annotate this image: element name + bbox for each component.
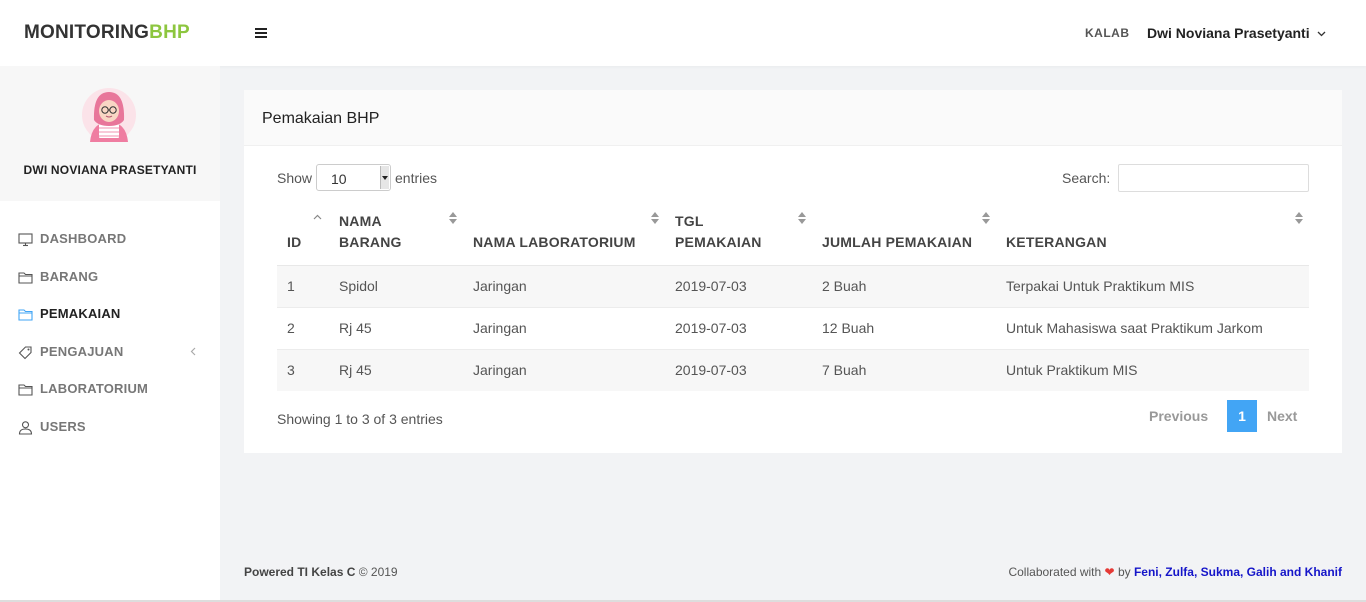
table-row: 3 Rj 45 Jaringan 2019-07-03 7 Buah Untuk… (277, 348, 1309, 391)
column-header-label: ID (287, 233, 302, 250)
length-label: Show (277, 170, 313, 186)
sidebar-item-label: PEMAKAIAN (40, 306, 121, 321)
user-role: KALAB (1085, 26, 1130, 40)
card-header: Pemakaian BHP (244, 90, 1342, 146)
length-suffix: entries (395, 170, 438, 186)
sidebar-item-users[interactable]: USERS (0, 414, 220, 452)
table-row: 1 Spidol Jaringan 2019-07-03 2 Buah Terp… (277, 264, 1309, 307)
table-cell: Rj 45 (329, 306, 463, 349)
table-cell: 1 (277, 264, 329, 307)
column-header-label: JUMLAH PEMAKAIAN (822, 233, 973, 250)
footer-collab: Collaborated with ❤ by Feni, Zulfa, Sukm… (1008, 565, 1342, 579)
pemakaian-table: ID NAMA BARANG NAMA LABORATORIUM TGL PEM… (277, 208, 1309, 391)
chevron-left-icon (190, 347, 196, 355)
tag-icon (18, 345, 32, 359)
sidebar-item-dashboard[interactable]: DASHBOARD (0, 226, 220, 264)
table-row: 2 Rj 45 Jaringan 2019-07-03 12 Buah Untu… (277, 306, 1309, 349)
column-header-jumlah-pemakaian[interactable]: JUMLAH PEMAKAIAN (812, 208, 996, 266)
heart-icon: ❤ (1104, 565, 1115, 579)
footer-credit: Powered TI Kelas C © 2019 (244, 565, 398, 579)
folder-icon (18, 384, 33, 396)
column-header-label: KETERANGAN (1006, 233, 1107, 250)
brand-accent: BHP (149, 22, 190, 43)
avatar (82, 88, 136, 142)
table-cell: Rj 45 (329, 348, 463, 391)
table-header-row: ID NAMA BARANG NAMA LABORATORIUM TGL PEM… (277, 208, 1309, 266)
entries-length-value: 10 (331, 171, 347, 187)
page-1-button[interactable]: 1 (1227, 400, 1257, 432)
next-page-button[interactable]: Next (1267, 408, 1297, 424)
table-cell: Jaringan (463, 348, 665, 391)
search-input[interactable] (1118, 164, 1309, 192)
table-cell: Untuk Praktikum MIS (996, 348, 1309, 391)
profile-name: DWI NOVIANA PRASETYANTI (23, 163, 197, 177)
sort-icon (651, 212, 659, 224)
sidebar-item-label: BARANG (40, 268, 99, 284)
table-cell: Jaringan (463, 264, 665, 307)
table-cell: 7 Buah (812, 348, 996, 391)
table-cell: Jaringan (463, 306, 665, 349)
page-title: Pemakaian BHP (262, 110, 380, 127)
column-header-tgl-pemakaian[interactable]: TGL PEMAKAIAN (665, 208, 812, 266)
table-cell: Spidol (329, 264, 463, 307)
footer-collab-by: by (1117, 565, 1131, 579)
column-header-nama-laboratorium[interactable]: NAMA LABORATORIUM (463, 208, 665, 266)
column-header-label: NAMA LABORATORIUM (473, 233, 636, 250)
table-cell: 2 Buah (812, 264, 996, 307)
sidebar-item-barang[interactable]: BARANG (0, 264, 220, 302)
sidebar-profile: DWI NOVIANA PRASETYANTI (0, 66, 220, 201)
top-header: MONITORINGBHP KALAB Dwi Noviana Prasetya… (0, 0, 1366, 66)
footer-year: © 2019 (358, 565, 398, 579)
footer-powered: Powered TI Kelas C (244, 565, 356, 579)
sort-icon (982, 212, 990, 224)
table-cell: 2 (277, 306, 329, 349)
entries-length-select[interactable]: 10 (316, 164, 391, 191)
pemakaian-card: Pemakaian BHP Show 10 entries Search: ID… (244, 90, 1342, 453)
sidebar-item-label: DASHBOARD (40, 231, 127, 246)
search-label: Search: (1062, 170, 1111, 186)
column-header-nama-barang[interactable]: NAMA BARANG (329, 208, 463, 266)
sort-icon (1295, 212, 1303, 224)
table-cell: Untuk Mahasiswa saat Praktikum Jarkom (996, 306, 1309, 349)
sort-icon (449, 212, 457, 224)
brand-main: MONITORING (24, 22, 150, 43)
sidebar-item-label: LABORATORIUM (40, 381, 149, 396)
table-cell: 2019-07-03 (665, 264, 812, 307)
sidebar-item-label: PENGAJUAN (40, 343, 124, 359)
menu-toggle-icon[interactable] (255, 28, 267, 38)
brand-logo[interactable]: MONITORINGBHP (24, 22, 190, 44)
sidebar: DWI NOVIANA PRASETYANTI DASHBOARD BARANG… (0, 66, 220, 602)
column-header-keterangan[interactable]: KETERANGAN (996, 208, 1309, 266)
footer-collab-prefix: Collaborated with (1008, 565, 1102, 579)
footer-authors-link[interactable]: Feni, Zulfa, Sukma, Galih and Khanif (1134, 565, 1342, 579)
dropdown-arrow-icon (380, 166, 389, 189)
sidebar-item-pengajuan[interactable]: PENGAJUAN (0, 339, 220, 377)
table-cell: 3 (277, 348, 329, 391)
table-cell: 12 Buah (812, 306, 996, 349)
sidebar-item-pemakaian[interactable]: PEMAKAIAN (0, 301, 220, 339)
monitor-icon (18, 233, 33, 247)
user-menu-dropdown[interactable]: Dwi Noviana Prasetyanti (1147, 25, 1326, 41)
sort-icon (798, 212, 806, 224)
column-header-id[interactable]: ID (277, 208, 329, 266)
sidebar-item-label: USERS (40, 418, 86, 434)
sidebar-menu: DASHBOARD BARANG PEMAKAIAN PENGAJUAN LAB… (0, 226, 220, 451)
sidebar-item-laboratorium[interactable]: LABORATORIUM (0, 376, 220, 414)
folder-icon (18, 309, 33, 321)
folder-icon (18, 271, 33, 284)
chevron-down-icon (1317, 31, 1325, 37)
table-cell: 2019-07-03 (665, 306, 812, 349)
table-info: Showing 1 to 3 of 3 entries (277, 411, 443, 427)
user-icon (18, 420, 33, 435)
sort-ascending-icon (313, 214, 322, 220)
column-header-label: NAMA BARANG (339, 212, 402, 250)
previous-page-button[interactable]: Previous (1149, 408, 1208, 424)
table-cell: Terpakai Untuk Praktikum MIS (996, 264, 1309, 307)
user-name: Dwi Noviana Prasetyanti (1147, 25, 1310, 41)
table-cell: 2019-07-03 (665, 348, 812, 391)
column-header-label: TGL PEMAKAIAN (675, 212, 762, 250)
